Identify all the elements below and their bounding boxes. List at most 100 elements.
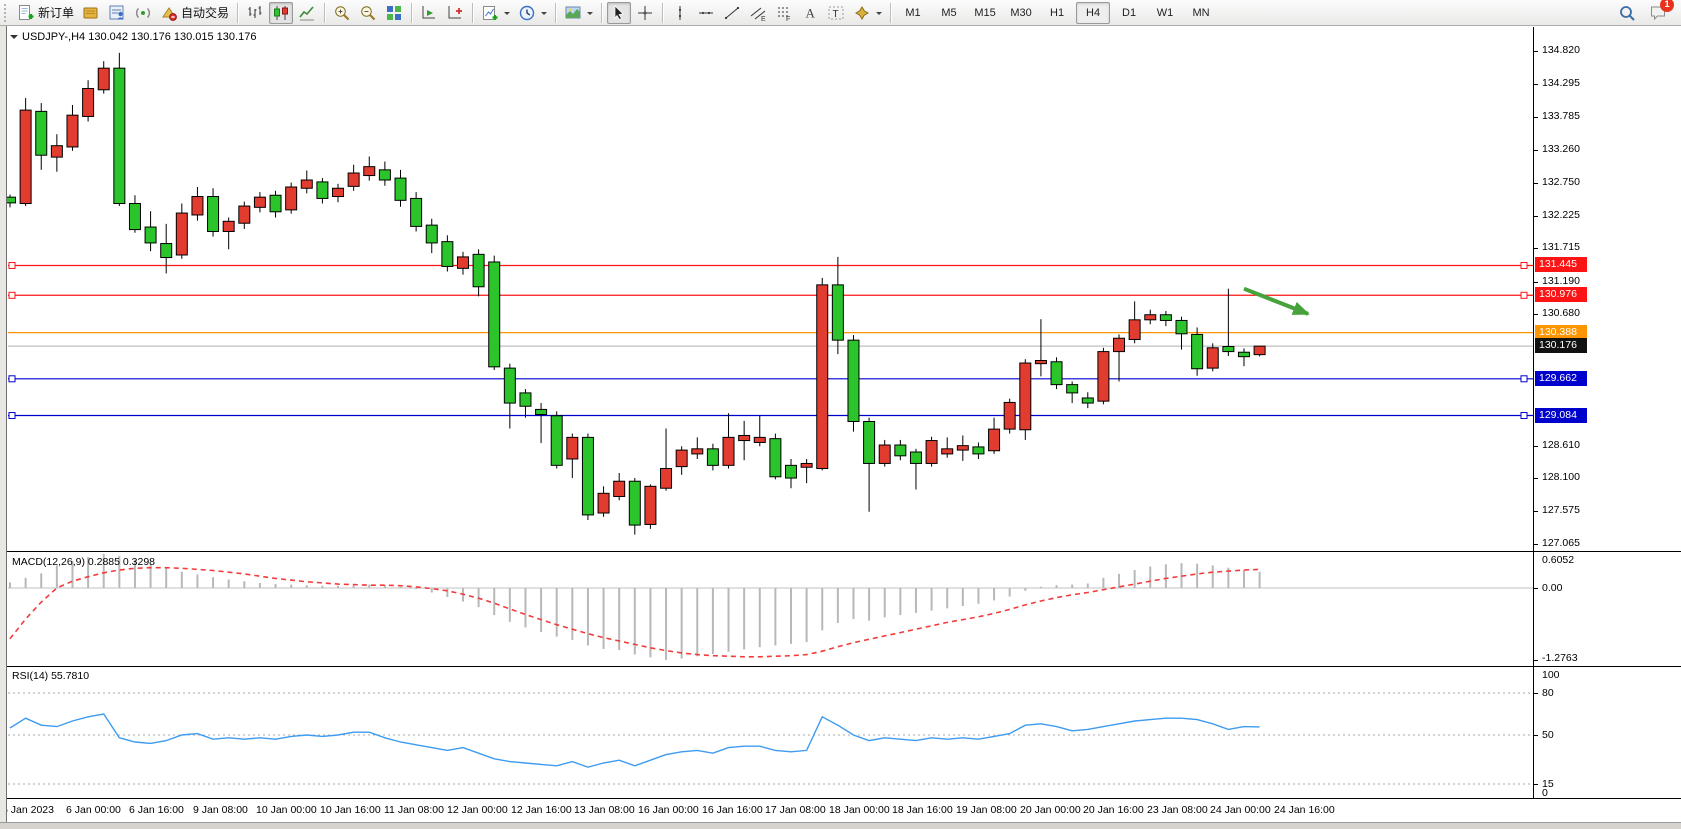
timeframe-group: M1M5M15M30H1H4D1W1MN — [895, 2, 1219, 24]
chevron-down-icon — [587, 12, 593, 18]
time-label: 24 Jan 16:00 — [1274, 804, 1335, 816]
autotrading-button[interactable]: 自动交易 — [157, 2, 232, 24]
chart-symbol-title: USDJPY-,H4 130.042 130.176 130.015 130.1… — [22, 31, 256, 43]
mt4-terminal: 新订单 自动交易 E F A T — [0, 0, 1681, 829]
cursor-button[interactable] — [607, 2, 631, 24]
vertical-line-button[interactable] — [668, 2, 692, 24]
auto-scroll-button[interactable] — [417, 2, 441, 24]
timeframe-button-M1[interactable]: M1 — [896, 2, 930, 24]
window-frame-left — [0, 26, 7, 829]
horizontal-line-button[interactable] — [694, 2, 718, 24]
timeframe-button-D1[interactable]: D1 — [1112, 2, 1146, 24]
auto-scroll-icon — [420, 4, 438, 22]
price-chart-canvas[interactable] — [0, 27, 1681, 551]
time-label: 13 Jan 08:00 — [574, 804, 635, 816]
new-order-button[interactable]: 新订单 — [14, 2, 77, 24]
equidistant-channel-button[interactable]: E — [746, 2, 770, 24]
price-tick-label: 131.715 — [1542, 241, 1580, 253]
toolbar-separator — [890, 3, 891, 23]
price-tag-131.445: 131.445 — [1535, 257, 1587, 272]
navigator-button[interactable] — [131, 2, 155, 24]
line-chart-icon — [298, 4, 316, 22]
fibonacci-button[interactable]: F — [772, 2, 796, 24]
zoom-out-button[interactable] — [356, 2, 380, 24]
time-label: 12 Jan 00:00 — [447, 804, 508, 816]
price-tick-label: 127.575 — [1542, 504, 1580, 516]
line-chart-button[interactable] — [295, 2, 319, 24]
new-chart-icon — [481, 4, 499, 22]
templates-button[interactable] — [561, 2, 596, 24]
trendline-button[interactable] — [720, 2, 744, 24]
candlestick-chart-button[interactable] — [269, 2, 293, 24]
price-tick-label: 133.785 — [1542, 110, 1580, 122]
chart-shift-icon — [446, 4, 464, 22]
price-tick-label: 132.750 — [1542, 176, 1580, 188]
tile-windows-button[interactable] — [382, 2, 406, 24]
text-label-button[interactable]: T — [824, 2, 848, 24]
new-chart-button[interactable] — [478, 2, 513, 24]
market-watch-button[interactable] — [79, 2, 103, 24]
price-axis-line — [1533, 27, 1534, 799]
search-button[interactable] — [1615, 2, 1639, 24]
panel-divider[interactable] — [0, 551, 1681, 552]
toolbar-separator — [472, 3, 473, 23]
zoom-in-button[interactable] — [330, 2, 354, 24]
rsi-tick-label: 50 — [1542, 729, 1554, 741]
svg-text:E: E — [761, 16, 766, 22]
bar-chart-button[interactable] — [243, 2, 267, 24]
toolbar: 新订单 自动交易 E F A T — [0, 0, 1681, 26]
crosshair-button[interactable] — [633, 2, 657, 24]
svg-text:T: T — [833, 9, 839, 20]
timeframe-button-MN[interactable]: MN — [1184, 2, 1218, 24]
timeframe-button-M30[interactable]: M30 — [1004, 2, 1038, 24]
timeframe-button-W1[interactable]: W1 — [1148, 2, 1182, 24]
text-icon: A — [801, 4, 819, 22]
bar-chart-icon — [246, 4, 264, 22]
time-label: 11 Jan 08:00 — [384, 804, 444, 816]
autotrading-label: 自动交易 — [181, 4, 229, 21]
data-window-button[interactable] — [105, 2, 129, 24]
market-watch-icon — [82, 4, 100, 22]
crosshair-icon — [636, 4, 654, 22]
cursor-icon — [610, 4, 628, 22]
rsi-tick-label: 100 — [1542, 669, 1560, 681]
rsi-tick-label: 0 — [1542, 787, 1548, 799]
candlestick-chart-icon — [272, 4, 290, 22]
macd-tick-label: 0.6052 — [1542, 554, 1574, 566]
time-label: 16 Jan 00:00 — [638, 804, 699, 816]
price-tick-label: 132.225 — [1542, 209, 1580, 221]
timeframe-button-H1[interactable]: H1 — [1040, 2, 1074, 24]
one-click-trading-toggle[interactable] — [10, 35, 18, 43]
chart-shift-button[interactable] — [443, 2, 467, 24]
timeframe-button-H4[interactable]: H4 — [1076, 2, 1110, 24]
toolbar-separator — [601, 3, 602, 23]
arrows-button[interactable] — [850, 2, 885, 24]
rsi-tick-label: 80 — [1542, 687, 1554, 699]
time-axis-divider — [0, 798, 1681, 799]
time-label: 16 Jan 16:00 — [702, 804, 763, 816]
rsi-panel-canvas[interactable] — [0, 667, 1681, 798]
new-order-label: 新订单 — [38, 4, 74, 21]
toolbar-separator — [324, 3, 325, 23]
autotrading-icon — [160, 4, 178, 22]
tile-windows-icon — [385, 4, 403, 22]
notifications-button[interactable]: 1 — [1646, 2, 1670, 24]
timeframe-button-M5[interactable]: M5 — [932, 2, 966, 24]
timeframe-button-M15[interactable]: M15 — [968, 2, 1002, 24]
time-label: 23 Jan 08:00 — [1147, 804, 1208, 816]
price-tick-label: 131.190 — [1542, 275, 1580, 287]
text-label-icon: T — [827, 4, 845, 22]
time-label: 19 Jan 08:00 — [956, 804, 1017, 816]
text-button[interactable]: A — [798, 2, 822, 24]
price-tick-label: 128.100 — [1542, 471, 1580, 483]
time-label: 10 Jan 16:00 — [320, 804, 381, 816]
macd-label: MACD(12,26,9) 0.2885 0.3298 — [12, 556, 155, 568]
macd-panel-canvas[interactable] — [0, 553, 1681, 665]
price-tick-label: 134.295 — [1542, 77, 1580, 89]
vertical-line-icon — [671, 4, 689, 22]
periods-button[interactable] — [515, 2, 550, 24]
notification-badge: 1 — [1660, 0, 1674, 12]
price-tick-label: 133.260 — [1542, 143, 1580, 155]
time-label: 17 Jan 08:00 — [765, 804, 826, 816]
trendline-icon — [723, 4, 741, 22]
